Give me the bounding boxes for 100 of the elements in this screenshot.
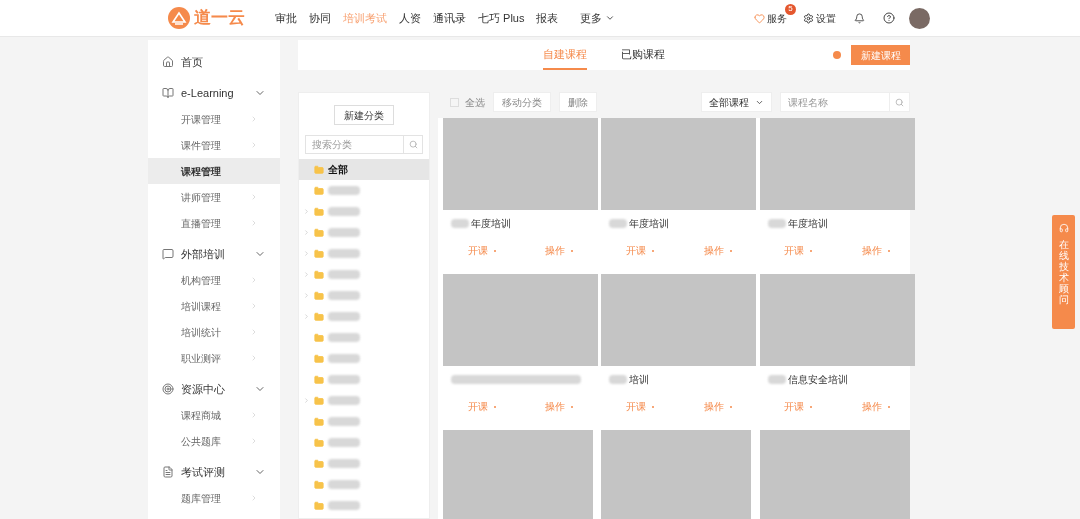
folder-icon	[314, 500, 324, 511]
course-thumbnail[interactable]	[759, 118, 915, 210]
blurred-text	[328, 333, 360, 342]
sidebar-section[interactable]: 考试评测	[148, 459, 280, 485]
logo-icon	[168, 7, 190, 29]
blurred-text	[609, 374, 628, 384]
expand-icon[interactable]	[303, 271, 310, 278]
nav-tab[interactable]: 协同	[309, 9, 331, 27]
expand-icon[interactable]	[303, 292, 310, 299]
folder-icon	[314, 311, 324, 322]
blurred-text	[328, 186, 360, 195]
chevron-right-icon	[250, 219, 258, 227]
blurred-text	[328, 396, 360, 405]
sidebar-item[interactable]: 讲师管理	[148, 184, 280, 210]
course-thumbnail[interactable]	[759, 430, 910, 519]
course-thumbnail[interactable]	[443, 274, 598, 366]
expand-icon[interactable]	[303, 313, 310, 320]
course-title: 培训	[629, 372, 650, 387]
caret-icon	[605, 13, 616, 23]
expand-icon[interactable]	[303, 208, 310, 215]
category-item[interactable]: 全部	[299, 159, 429, 180]
blurred-text	[328, 228, 360, 237]
avatar[interactable]	[909, 7, 930, 29]
notification-badge: 5	[785, 3, 796, 15]
course-thumbnail[interactable]	[601, 118, 757, 210]
course-filter-dropdown[interactable]: 全部课程	[701, 92, 772, 112]
sidebar-section[interactable]: 外部培训	[148, 241, 280, 267]
settings-button[interactable]: 设置	[803, 10, 836, 26]
search-button[interactable]	[890, 92, 910, 112]
blurred-text	[767, 374, 786, 384]
blurred-text	[328, 438, 360, 447]
nav-tab[interactable]: 人资	[399, 9, 421, 27]
expand-icon[interactable]	[303, 397, 310, 404]
bell-icon[interactable]	[854, 12, 865, 24]
sidebar-item[interactable]: 直播管理	[148, 210, 280, 236]
blurred-text	[328, 480, 360, 489]
chevron-right-icon	[250, 115, 258, 123]
sidebar-item[interactable]: 职业测评	[148, 345, 280, 371]
expand-icon[interactable]	[303, 250, 310, 257]
heart-icon	[754, 12, 765, 24]
category-label: 全部	[328, 163, 348, 177]
sidebar-item[interactable]: 题库管理	[148, 485, 280, 511]
chevron-right-icon	[250, 354, 258, 362]
sidebar-section[interactable]: 资源中心	[148, 376, 280, 402]
folder-icon	[314, 479, 324, 490]
settings-icon	[803, 12, 814, 24]
sidebar-item[interactable]: 培训课程	[148, 293, 280, 319]
course-thumbnail[interactable]	[759, 274, 915, 366]
folder-icon	[314, 206, 324, 217]
select-all-checkbox[interactable]	[450, 97, 459, 107]
folder-icon	[314, 353, 324, 364]
course-thumbnail[interactable]	[443, 430, 593, 519]
search-icon	[895, 97, 904, 107]
blurred-text	[767, 218, 786, 228]
nav-tab[interactable]: 更多	[580, 9, 616, 27]
blurred-text	[328, 501, 360, 510]
sidebar-item[interactable]: 培训统计	[148, 319, 280, 345]
sidebar-item[interactable]: 课程管理	[148, 158, 280, 184]
new-category-button[interactable]: 新建分类	[334, 105, 394, 125]
course-thumbnail[interactable]	[443, 118, 598, 210]
help-icon[interactable]	[883, 12, 895, 24]
blurred-text	[328, 291, 360, 300]
section-icon	[162, 383, 174, 395]
sidebar-section[interactable]: e-Learning	[148, 80, 280, 106]
chevron-right-icon	[250, 437, 258, 445]
folder-icon	[314, 374, 324, 385]
chevron-right-icon	[250, 411, 258, 419]
section-icon	[162, 87, 174, 99]
blurred-text	[328, 459, 360, 468]
folder-icon	[314, 290, 324, 301]
blurred-text	[328, 270, 360, 279]
sidebar-item[interactable]: 公共题库	[148, 428, 280, 454]
sidebar-item[interactable]: 开课管理	[148, 106, 280, 132]
chevron-right-icon	[250, 302, 258, 310]
blurred-text	[328, 354, 360, 363]
folder-icon	[314, 269, 324, 280]
nav-tab[interactable]: 审批	[275, 9, 297, 27]
chevron-right-icon	[250, 193, 258, 201]
nav-tab[interactable]: 报表	[536, 9, 559, 27]
sidebar-item[interactable]: 机构管理	[148, 267, 280, 293]
search-button[interactable]	[404, 135, 423, 154]
sidebar-item[interactable]: 课程商城	[148, 402, 280, 428]
sidebar-section[interactable]: 首页	[148, 49, 280, 75]
section-icon	[162, 466, 174, 478]
nav-tab[interactable]: 通讯录	[433, 9, 466, 27]
course-tab[interactable]: 已购课程	[621, 40, 665, 70]
blurred-text	[328, 375, 360, 384]
course-search-field[interactable]: 课程名称	[780, 92, 890, 112]
folder-icon	[314, 437, 324, 448]
logo-text: 道一云	[194, 7, 245, 30]
service-button[interactable]: 服务	[754, 10, 787, 26]
course-thumbnail[interactable]	[601, 430, 752, 519]
expand-icon[interactable]	[303, 229, 310, 236]
course-thumbnail[interactable]	[601, 274, 757, 366]
sidebar-item[interactable]: 课件管理	[148, 132, 280, 158]
blurred-text	[609, 218, 628, 228]
category-search-field[interactable]: 搜索分类	[305, 135, 404, 154]
nav-tab[interactable]: 七巧 Plus	[478, 9, 525, 27]
chevron-right-icon	[250, 141, 258, 149]
chevron-right-icon	[250, 494, 258, 502]
